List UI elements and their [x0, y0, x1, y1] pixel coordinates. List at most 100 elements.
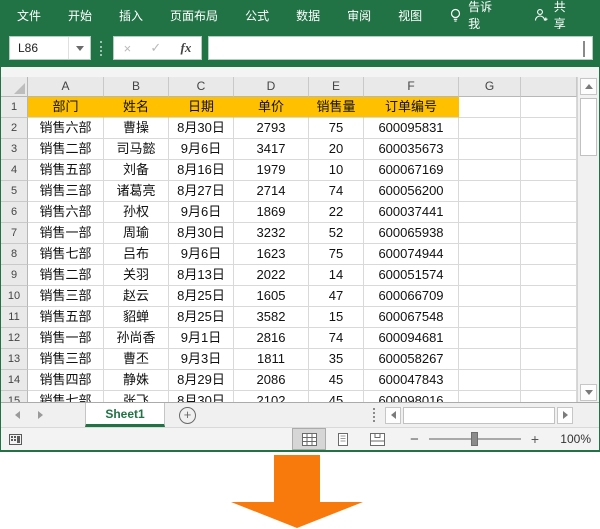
cell[interactable]	[459, 328, 521, 349]
sheet-tab-sheet1[interactable]: Sheet1	[85, 403, 165, 427]
cell[interactable]: 47	[309, 286, 364, 307]
vertical-scrollbar[interactable]	[577, 77, 599, 402]
cell[interactable]: 600067548	[364, 307, 459, 328]
cell[interactable]: 9月3日	[169, 349, 234, 370]
cell[interactable]: 1623	[234, 244, 309, 265]
add-sheet-button[interactable]: +	[179, 407, 196, 424]
cell[interactable]: 8月13日	[169, 265, 234, 286]
cell[interactable]: 600035673	[364, 139, 459, 160]
cell[interactable]: 75	[309, 244, 364, 265]
cell[interactable]: 销售三部	[28, 181, 104, 202]
scroll-left-button[interactable]	[385, 407, 401, 424]
cell[interactable]: 8月30日	[169, 118, 234, 139]
cell[interactable]: 销售四部	[28, 370, 104, 391]
cell[interactable]	[521, 118, 577, 139]
cell[interactable]	[459, 265, 521, 286]
cell[interactable]: 600065938	[364, 223, 459, 244]
cell[interactable]: 74	[309, 181, 364, 202]
macro-record-button[interactable]	[9, 434, 22, 445]
cell[interactable]: 曹操	[104, 118, 169, 139]
ribbon-tab-formulas[interactable]: 公式	[245, 7, 269, 24]
cell[interactable]: 周瑜	[104, 223, 169, 244]
horizontal-scrollbar-thumb[interactable]	[403, 407, 555, 424]
select-all-button[interactable]	[1, 77, 28, 97]
cell[interactable]: 1811	[234, 349, 309, 370]
cell[interactable]: 8月30日	[169, 223, 234, 244]
formula-bar-expand-button[interactable]	[583, 41, 585, 55]
column-header-D[interactable]: D	[234, 77, 309, 97]
cell[interactable]	[521, 139, 577, 160]
cell[interactable]	[521, 286, 577, 307]
vertical-scrollbar-thumb[interactable]	[580, 98, 597, 156]
cell[interactable]: 貂蝉	[104, 307, 169, 328]
scroll-down-button[interactable]	[580, 384, 597, 401]
column-header-blank[interactable]	[521, 77, 577, 97]
cell[interactable]: 45	[309, 370, 364, 391]
view-normal-button[interactable]	[292, 428, 326, 450]
name-box[interactable]: L86	[9, 36, 91, 60]
formula-bar-splitter[interactable]	[100, 41, 102, 56]
row-header-4[interactable]: 4	[1, 160, 28, 181]
cell[interactable]: 600051574	[364, 265, 459, 286]
enter-button[interactable]: ✓	[150, 40, 161, 56]
cell[interactable]: 600095831	[364, 118, 459, 139]
cell[interactable]	[459, 349, 521, 370]
cell[interactable]: 销售六部	[28, 118, 104, 139]
row-header-14[interactable]: 14	[1, 370, 28, 391]
row-header-2[interactable]: 2	[1, 118, 28, 139]
cell[interactable]: 8月29日	[169, 370, 234, 391]
cell[interactable]	[459, 160, 521, 181]
ribbon-tab-file[interactable]: 文件	[17, 7, 41, 24]
scroll-right-button[interactable]	[557, 407, 573, 424]
cell[interactable]: 2816	[234, 328, 309, 349]
cell[interactable]: 销售七部	[28, 244, 104, 265]
cell[interactable]	[521, 391, 577, 402]
row-header-12[interactable]: 12	[1, 328, 28, 349]
row-header-7[interactable]: 7	[1, 223, 28, 244]
scroll-up-button[interactable]	[580, 78, 597, 95]
ribbon-tab-insert[interactable]: 插入	[119, 7, 143, 24]
cell[interactable]: 赵云	[104, 286, 169, 307]
cell[interactable]: 销售一部	[28, 223, 104, 244]
cell[interactable]: 关羽	[104, 265, 169, 286]
cell[interactable]: 曹丕	[104, 349, 169, 370]
ribbon-tab-home[interactable]: 开始	[68, 7, 92, 24]
cell[interactable]: 3417	[234, 139, 309, 160]
column-header-A[interactable]: A	[28, 77, 104, 97]
ribbon-tab-review[interactable]: 审阅	[347, 7, 371, 24]
cell[interactable]: 订单编号	[364, 97, 459, 118]
cell[interactable]: 销售六部	[28, 202, 104, 223]
cell[interactable]: 600098016	[364, 391, 459, 402]
tab-bar-splitter[interactable]	[373, 408, 375, 422]
name-box-value[interactable]: L86	[10, 41, 68, 55]
cell[interactable]: 15	[309, 307, 364, 328]
cell[interactable]: 9月6日	[169, 202, 234, 223]
cell[interactable]	[521, 223, 577, 244]
cell[interactable]: 3582	[234, 307, 309, 328]
cell[interactable]	[459, 118, 521, 139]
cell[interactable]: 52	[309, 223, 364, 244]
previous-sheet-button[interactable]	[15, 411, 20, 419]
cell[interactable]	[521, 181, 577, 202]
view-page-break-button[interactable]	[360, 428, 394, 450]
cell[interactable]: 10	[309, 160, 364, 181]
cell[interactable]: 45	[309, 391, 364, 402]
zoom-level[interactable]: 100%	[553, 432, 591, 446]
row-header-6[interactable]: 6	[1, 202, 28, 223]
column-header-C[interactable]: C	[169, 77, 234, 97]
cell[interactable]: 8月16日	[169, 160, 234, 181]
column-header-B[interactable]: B	[104, 77, 169, 97]
column-header-E[interactable]: E	[309, 77, 364, 97]
cell[interactable]: 1979	[234, 160, 309, 181]
cell[interactable]	[459, 139, 521, 160]
cell[interactable]	[459, 307, 521, 328]
cell[interactable]: 35	[309, 349, 364, 370]
cell[interactable]: 部门	[28, 97, 104, 118]
cell[interactable]: 8月25日	[169, 307, 234, 328]
cell[interactable]: 销售三部	[28, 349, 104, 370]
cell[interactable]	[521, 244, 577, 265]
cell[interactable]: 2102	[234, 391, 309, 402]
cell[interactable]: 销售一部	[28, 328, 104, 349]
row-header-15[interactable]: 15	[1, 391, 28, 402]
cell[interactable]: 销售二部	[28, 265, 104, 286]
